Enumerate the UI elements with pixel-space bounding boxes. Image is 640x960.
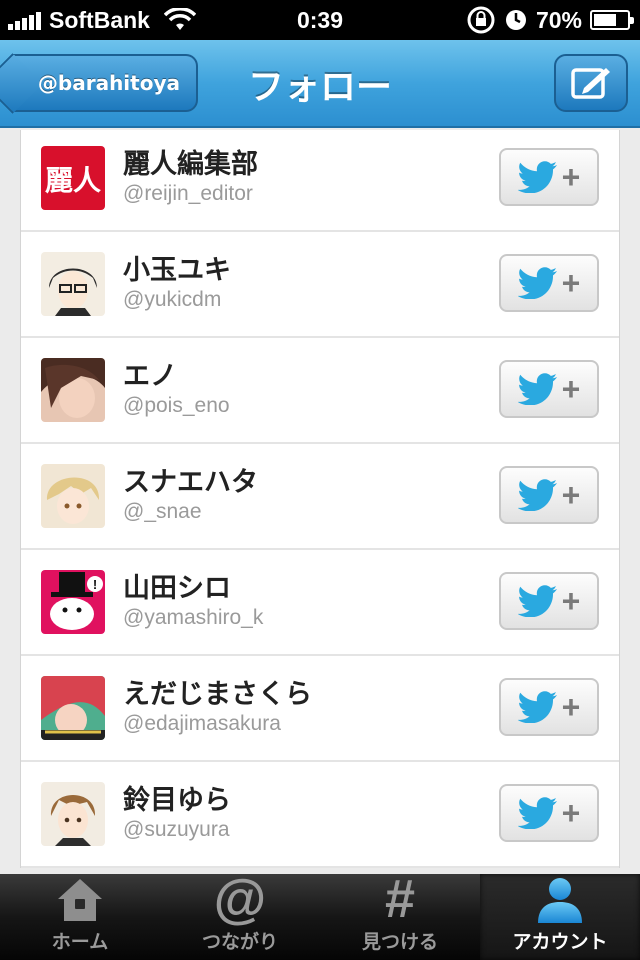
list-item[interactable]: えだじまさくら @edajimasakura + [21, 656, 619, 762]
user-handle: @yukicdm [123, 288, 222, 311]
user-handle: @_snae [123, 500, 202, 523]
user-handle: @yamashiro_k [123, 606, 264, 629]
list-item[interactable]: ! 山田シロ @yamashiro_k + [21, 550, 619, 656]
user-name: 小玉ユキ [123, 255, 231, 286]
tab-discover-label: 見つける [361, 931, 438, 953]
tab-bar: ホーム @ つながり # 見つける アカウント [0, 869, 640, 960]
avatar-illustration-dark-hair[interactable] [41, 358, 105, 422]
avatar-illustration-red-hair[interactable] [41, 676, 105, 740]
plus-icon: + [561, 159, 581, 195]
follow-button[interactable]: + [499, 572, 599, 630]
alarm-icon [505, 10, 526, 30]
user-handle: @edajimasakura [123, 712, 281, 735]
compose-icon [571, 68, 610, 99]
follow-button[interactable]: + [499, 784, 599, 842]
back-button[interactable]: @barahitoya [12, 54, 198, 112]
hash-icon: # [384, 869, 416, 929]
home-icon [54, 874, 106, 925]
following-list[interactable]: 麗人 麗人編集部 @reijin_editor + 小玉ユキ @yukicdm … [0, 130, 640, 874]
user-name: スナエハタ [123, 467, 258, 498]
battery-percent: 70% [535, 6, 582, 33]
list-item[interactable]: 麗人 麗人編集部 @reijin_editor + [21, 130, 619, 232]
avatar-illustration-glasses-man[interactable] [41, 252, 105, 316]
twitter-bird-icon [517, 479, 557, 511]
carrier-name: SoftBank [49, 6, 150, 33]
twitter-bird-icon [517, 373, 557, 405]
user-name: えだじまさくら [123, 679, 312, 710]
list-item[interactable]: スナエハタ @_snae + [21, 444, 619, 550]
at-icon: @ [213, 869, 267, 929]
list-item[interactable]: エノ @pois_eno + [21, 338, 619, 444]
twitter-bird-icon [517, 161, 557, 193]
tab-account-label: アカウント [512, 931, 608, 953]
list-item[interactable]: 小玉ユキ @yukicdm + [21, 232, 619, 338]
tab-account[interactable]: アカウント [480, 874, 640, 960]
tab-home[interactable]: ホーム [0, 874, 160, 960]
twitter-bird-icon [517, 585, 557, 617]
user-name: 山田シロ [123, 573, 231, 604]
signal-icon [8, 10, 41, 30]
follow-button[interactable]: + [499, 148, 599, 206]
follow-button[interactable]: + [499, 466, 599, 524]
rotation-lock-icon [467, 6, 495, 34]
plus-icon: + [561, 689, 581, 725]
svg-text:麗人: 麗人 [45, 164, 101, 197]
navigation-bar: @barahitoya フォロー [0, 40, 640, 128]
twitter-bird-icon [517, 267, 557, 299]
plus-icon: + [561, 477, 581, 513]
follow-button[interactable]: + [499, 678, 599, 736]
status-bar: SoftBank 0:39 70% [0, 0, 640, 40]
tab-home-label: ホーム [51, 931, 109, 953]
plus-icon: + [561, 265, 581, 301]
follow-button[interactable]: + [499, 254, 599, 312]
svg-text:!: ! [93, 577, 97, 592]
battery-icon [590, 10, 634, 30]
list-item[interactable]: 鈴目ゆら @suzuyura + [21, 762, 619, 868]
twitter-bird-icon [517, 691, 557, 723]
user-handle: @reijin_editor [123, 182, 253, 205]
follow-button[interactable]: + [499, 360, 599, 418]
plus-icon: + [561, 371, 581, 407]
user-name: 鈴目ゆら [123, 785, 231, 816]
avatar-illustration-blond-boy[interactable] [41, 464, 105, 528]
wifi-icon [163, 8, 196, 30]
person-icon [534, 874, 586, 925]
tab-connect-label: つながり [201, 931, 278, 953]
tab-discover[interactable]: # 見つける [320, 869, 480, 960]
user-handle: @pois_eno [123, 394, 230, 417]
avatar-illustration-top-hat[interactable]: ! [41, 570, 105, 634]
user-name: エノ [123, 361, 177, 392]
user-handle: @suzuyura [123, 818, 230, 841]
tab-connect[interactable]: @ つながり [160, 869, 320, 960]
compose-button[interactable] [554, 54, 628, 112]
twitter-bird-icon [517, 797, 557, 829]
user-name: 麗人編集部 [123, 149, 258, 180]
avatar-illustration-brown-hair[interactable] [41, 782, 105, 846]
plus-icon: + [561, 795, 581, 831]
avatar-reijin-logo[interactable]: 麗人 [41, 146, 105, 210]
plus-icon: + [561, 583, 581, 619]
back-button-label: @barahitoya [37, 71, 180, 95]
